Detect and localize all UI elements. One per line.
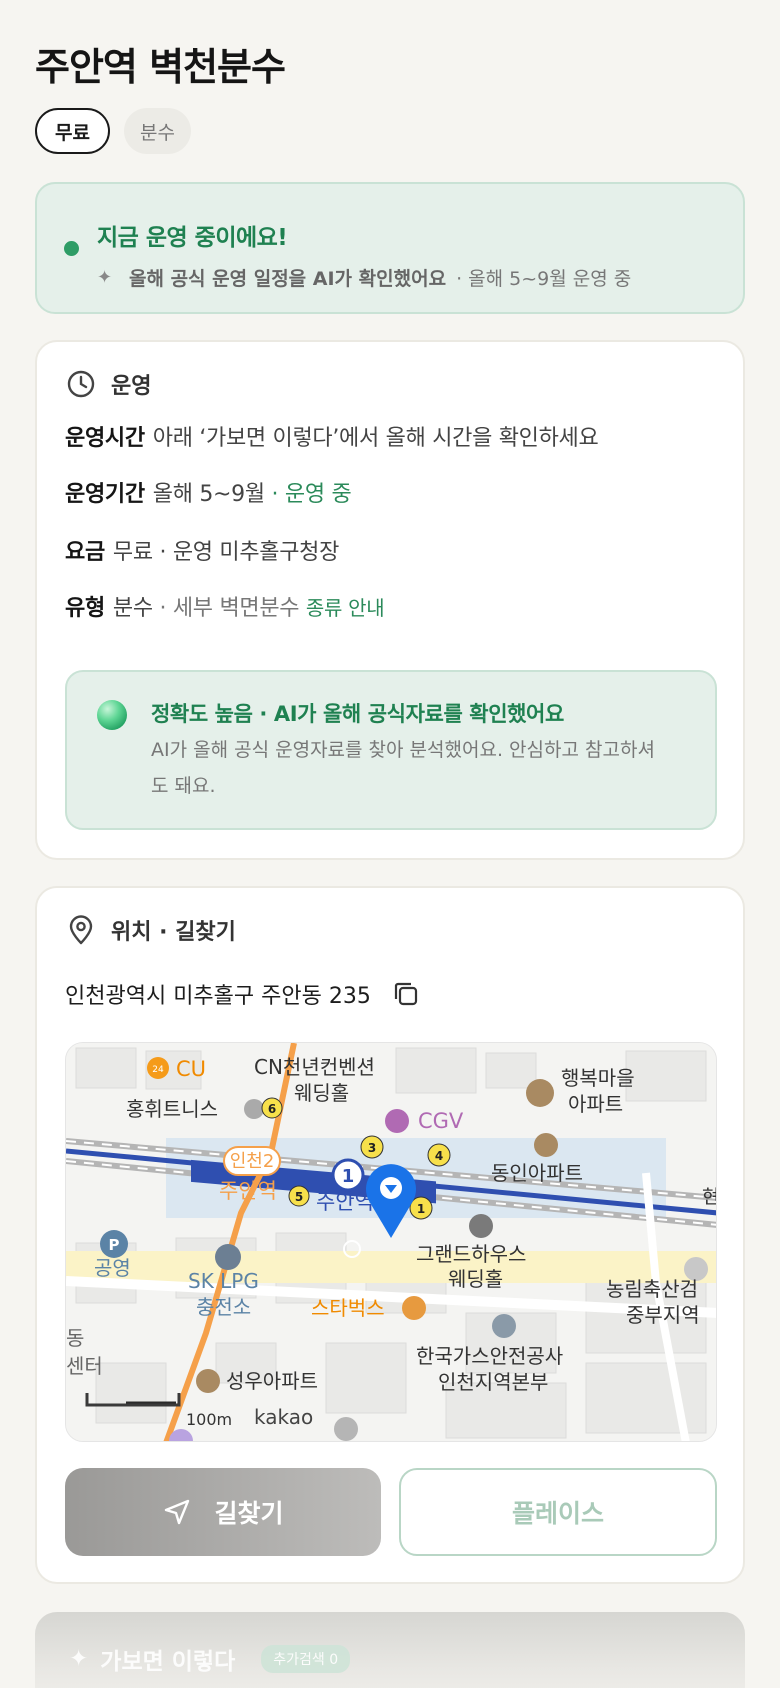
sparkle-icon: ✦ <box>69 1646 89 1672</box>
location-header: 위치 · 길찾기 <box>65 914 236 946</box>
fee-row: 요금 무료 · 운영 미추홀구청장 <box>65 534 339 566</box>
period-row: 운영기간 올해 5~9월 · 운영 중 <box>65 476 352 508</box>
map-label-dong: 동 <box>66 1326 84 1350</box>
map-canvas[interactable]: 24 CU CN천년컨벤션 웨딩홀 행복마을 아파트 홍휘트니스 6 CGV 3… <box>66 1043 717 1442</box>
sparkle-icon: ✦ <box>97 267 113 288</box>
hours-row: 운영시간 아래 ‘가보면 이렇다’에서 올해 시간을 확인하세요 <box>65 420 599 452</box>
status-card: 지금 운영 중이에요! ✦ 올해 공식 운영 일정을 AI가 확인했어요 · 올… <box>35 182 745 314</box>
chip-free[interactable]: 무료 <box>35 108 110 154</box>
status-dot <box>64 241 79 256</box>
map-label-cn2: 웨딩홀 <box>294 1081 349 1105</box>
map-label-center: 센터 <box>66 1354 103 1378</box>
location-pin-icon <box>69 915 93 945</box>
next-section-title: 가보면 이렇다 <box>100 1649 236 1675</box>
address-row: 인천광역시 미추홀구 주안동 235 <box>65 978 421 1010</box>
copy-icon[interactable] <box>391 979 421 1009</box>
type-key: 유형 <box>65 596 105 621</box>
map-label-juan-orange: 주안역 <box>219 1179 277 1203</box>
map-label-happy1: 행복마을 <box>561 1066 635 1090</box>
fee-value: 무료 · 운영 미추홀구청장 <box>112 540 340 565</box>
exit-4-icon: 4 <box>435 1149 443 1163</box>
location-card: 위치 · 길찾기 인천광역시 미추홀구 주안동 235 24 CU CN천년컨벤… <box>35 886 745 1584</box>
period-note: · 올해 5~9월 운영 중 <box>456 268 632 290</box>
place-label: 플레이스 <box>511 1499 604 1528</box>
line-1-icon: 1 <box>342 1166 355 1187</box>
ai-orb-icon <box>97 700 127 730</box>
map-label-gas2: 인천지역본부 <box>438 1370 548 1394</box>
parking-icon: P <box>109 1236 120 1254</box>
location-title: 위치 · 길찾기 <box>111 920 236 945</box>
exit-6-icon: 6 <box>268 1102 276 1116</box>
map-label-gas1: 한국가스안전공사 <box>416 1344 563 1368</box>
directions-label: 길찾기 <box>214 1499 284 1528</box>
tag-chips: 무료 분수 <box>35 108 191 154</box>
map-label-incheon2: 인천2 <box>230 1151 275 1172</box>
map-label-grand2: 웨딩홀 <box>448 1267 503 1291</box>
operation-header: 운영 <box>65 368 151 400</box>
type-row: 유형 분수 · 세부 벽면분수 종류 안내 <box>65 590 385 622</box>
map-label-nonglim2: 중부지역 <box>626 1303 700 1327</box>
navigation-arrow-icon <box>165 1499 190 1525</box>
status-title: 지금 운영 중이에요! <box>97 225 288 251</box>
map-label-gongyeong: 공영 <box>94 1256 131 1280</box>
accuracy-body: AI가 올해 공식 운영자료를 찾아 분석했어요. 안심하고 참고하셔도 돼요. <box>151 739 655 797</box>
accuracy-box: 정확도 높음 · AI가 올해 공식자료를 확인했어요 AI가 올해 공식 운영… <box>65 670 717 830</box>
map-label-dongin: 동인아파트 <box>491 1161 583 1185</box>
period-status: · 운영 중 <box>271 482 352 507</box>
chip-fountain[interactable]: 분수 <box>123 108 191 154</box>
page-title: 주안역 벽천분수 <box>35 45 286 89</box>
map-label-sk1: SK LPG <box>188 1269 259 1293</box>
operation-title: 운영 <box>111 374 152 399</box>
map-label-happy2: 아파트 <box>568 1092 623 1116</box>
map-label-starbucks: 스타벅스 <box>311 1296 385 1320</box>
map-label-nonglim1: 농림축산검 <box>606 1277 698 1301</box>
fee-key: 요금 <box>65 540 105 565</box>
map-view[interactable]: 24 CU CN천년컨벤션 웨딩홀 행복마을 아파트 홍휘트니스 6 CGV 3… <box>65 1042 717 1442</box>
map-label-sk2: 충전소 <box>196 1295 251 1319</box>
operation-card: 운영 운영시간 아래 ‘가보면 이렇다’에서 올해 시간을 확인하세요 운영기간 올… <box>35 340 745 860</box>
next-section-badge: 추가검색 0 <box>261 1645 351 1673</box>
directions-button[interactable]: 길찾기 <box>65 1468 381 1556</box>
map-label-cn1: CN천년컨벤션 <box>254 1055 375 1079</box>
period-key: 운영기간 <box>65 482 145 507</box>
type-guide-link[interactable]: 종류 안내 <box>306 596 385 620</box>
clock-icon <box>67 370 95 398</box>
map-label-juan-blue: 주안역 <box>316 1190 374 1214</box>
hours-value: 아래 ‘가보면 이렇다’에서 올해 시간을 확인하세요 <box>152 426 599 451</box>
map-label-seongwoo: 성우아파트 <box>226 1369 318 1393</box>
map-scale-label: 100m <box>186 1410 232 1429</box>
hours-key: 운영시간 <box>65 426 145 451</box>
exit-3-icon: 3 <box>368 1141 376 1155</box>
exit-5-icon: 5 <box>295 1190 303 1204</box>
map-label-edge: 현 <box>702 1186 717 1208</box>
cu-icon: 24 <box>152 1065 164 1075</box>
map-label-hongwi: 홍휘트니스 <box>126 1097 218 1121</box>
next-section-header: ✦ 가보면 이렇다 추가검색 0 <box>69 1642 351 1676</box>
period-value: 올해 5~9월 <box>152 482 265 507</box>
exit-1-icon: 1 <box>417 1202 425 1216</box>
map-label-grand1: 그랜드하우스 <box>416 1242 526 1266</box>
type-detail: · 세부 벽면분수 <box>159 596 300 621</box>
type-value: 분수 <box>112 596 153 621</box>
address-text: 인천광역시 미추홀구 주안동 235 <box>65 984 371 1009</box>
map-label-cu: CU <box>176 1057 206 1081</box>
place-button[interactable]: 플레이스 <box>399 1468 717 1556</box>
next-section-card[interactable]: ✦ 가보면 이렇다 추가검색 0 <box>35 1612 745 1688</box>
ai-note: 올해 공식 운영 일정을 AI가 확인했어요 <box>129 268 447 290</box>
accuracy-title: 정확도 높음 · AI가 올해 공식자료를 확인했어요 <box>151 702 564 726</box>
map-label-cgv: CGV <box>418 1109 464 1133</box>
status-subtitle: ✦ 올해 공식 운영 일정을 AI가 확인했어요 · 올해 5~9월 운영 중 <box>97 264 631 291</box>
kakao-logo: kakao <box>254 1405 313 1429</box>
